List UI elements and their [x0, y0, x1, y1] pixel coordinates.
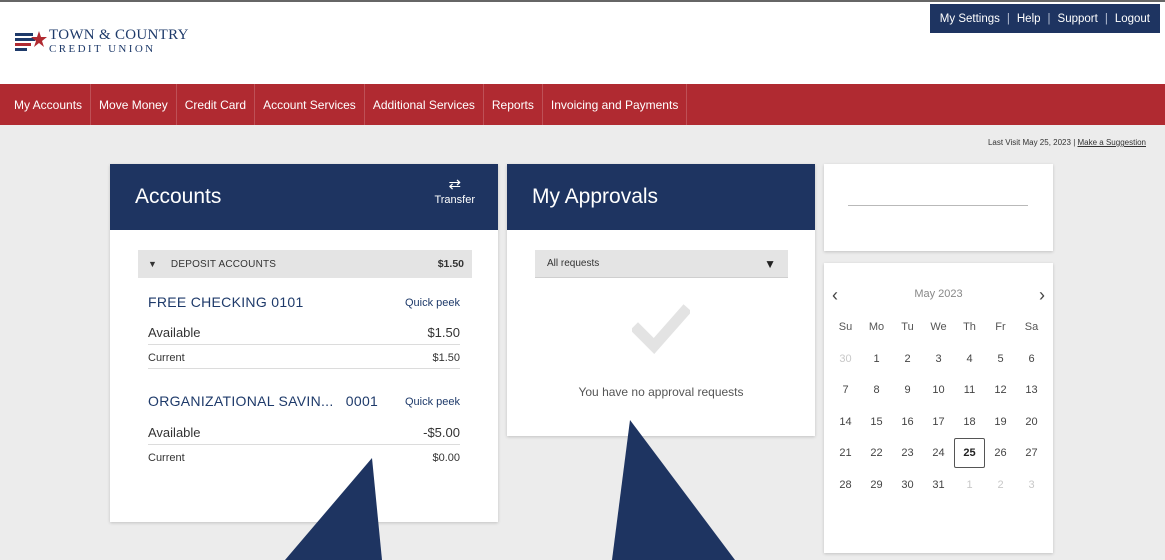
pointer-arrow-accounts	[285, 458, 382, 560]
pointer-arrow-approvals	[612, 420, 735, 560]
annotation-arrows	[285, 420, 735, 560]
